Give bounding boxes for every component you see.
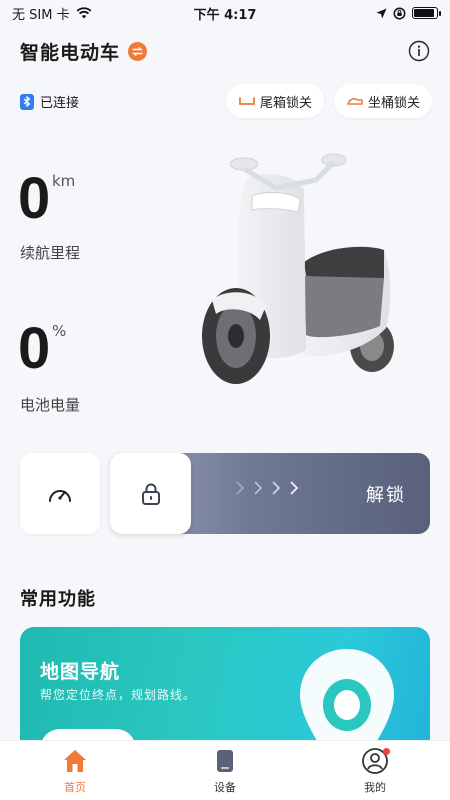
tab-device[interactable]: 设备 <box>150 741 300 800</box>
chevron-right-icon <box>290 481 298 495</box>
tab-profile[interactable]: 我的 <box>300 741 450 800</box>
status-bar: 无 SIM 卡 下午 4:17 <box>0 0 450 26</box>
trunk-lock-button[interactable]: 尾箱锁关 <box>226 84 325 118</box>
scooter-image <box>202 153 394 384</box>
location-icon <box>376 8 387 18</box>
speedometer-icon <box>49 489 71 502</box>
carrier-label: 无 SIM 卡 <box>12 7 70 23</box>
lock-icon <box>141 483 160 505</box>
seat-lock-label: 坐桶锁关 <box>368 95 421 111</box>
connection-status: 已连接 <box>20 92 79 111</box>
chevron-right-icon <box>272 481 280 495</box>
tab-label: 首页 <box>64 781 86 794</box>
connection-label: 已连接 <box>40 96 80 111</box>
bluetooth-icon <box>20 93 34 110</box>
section-title: 常用功能 <box>20 589 96 610</box>
chevron-right-icon <box>254 481 262 495</box>
swap-icon[interactable] <box>128 41 148 61</box>
range-label: 续航里程 <box>20 244 81 262</box>
unlock-slider[interactable]: 解锁 <box>110 453 430 534</box>
info-icon[interactable] <box>408 40 430 62</box>
unlock-label: 解锁 <box>366 485 406 506</box>
card-title: 地图导航 <box>40 661 121 683</box>
trunk-lock-label: 尾箱锁关 <box>260 95 313 111</box>
battery-label: 电池电量 <box>20 396 81 414</box>
seat-icon <box>347 98 363 105</box>
bottom-tab-bar: 首页 设备 我的 <box>0 740 450 800</box>
battery-indicator <box>412 7 441 19</box>
seat-lock-button[interactable]: 坐桶锁关 <box>334 84 433 118</box>
notification-badge <box>383 748 390 755</box>
profile-icon-wrap <box>361 747 390 775</box>
tab-home[interactable]: 首页 <box>0 741 150 800</box>
orientation-lock-icon <box>393 7 406 19</box>
battery-fill <box>414 9 434 17</box>
wifi-icon <box>76 7 92 19</box>
range-value: 0 <box>18 166 51 231</box>
range-unit: km <box>52 172 76 190</box>
battery-unit: % <box>52 322 67 340</box>
device-icon <box>217 750 233 772</box>
chevron-right-icon <box>236 481 244 495</box>
home-icon <box>64 750 86 772</box>
page-title: 智能电动车 <box>20 41 121 64</box>
speedometer-button[interactable] <box>20 453 100 534</box>
tab-label: 我的 <box>364 781 386 794</box>
slide-chevrons <box>236 481 298 495</box>
slider-handle[interactable] <box>110 453 191 534</box>
tab-label: 设备 <box>214 781 236 794</box>
header: 智能电动车 <box>20 36 430 66</box>
battery-value: 0 <box>18 316 51 381</box>
card-subtitle: 帮您定位终点，规划路线。 <box>40 688 197 702</box>
trunk-icon <box>239 97 255 105</box>
